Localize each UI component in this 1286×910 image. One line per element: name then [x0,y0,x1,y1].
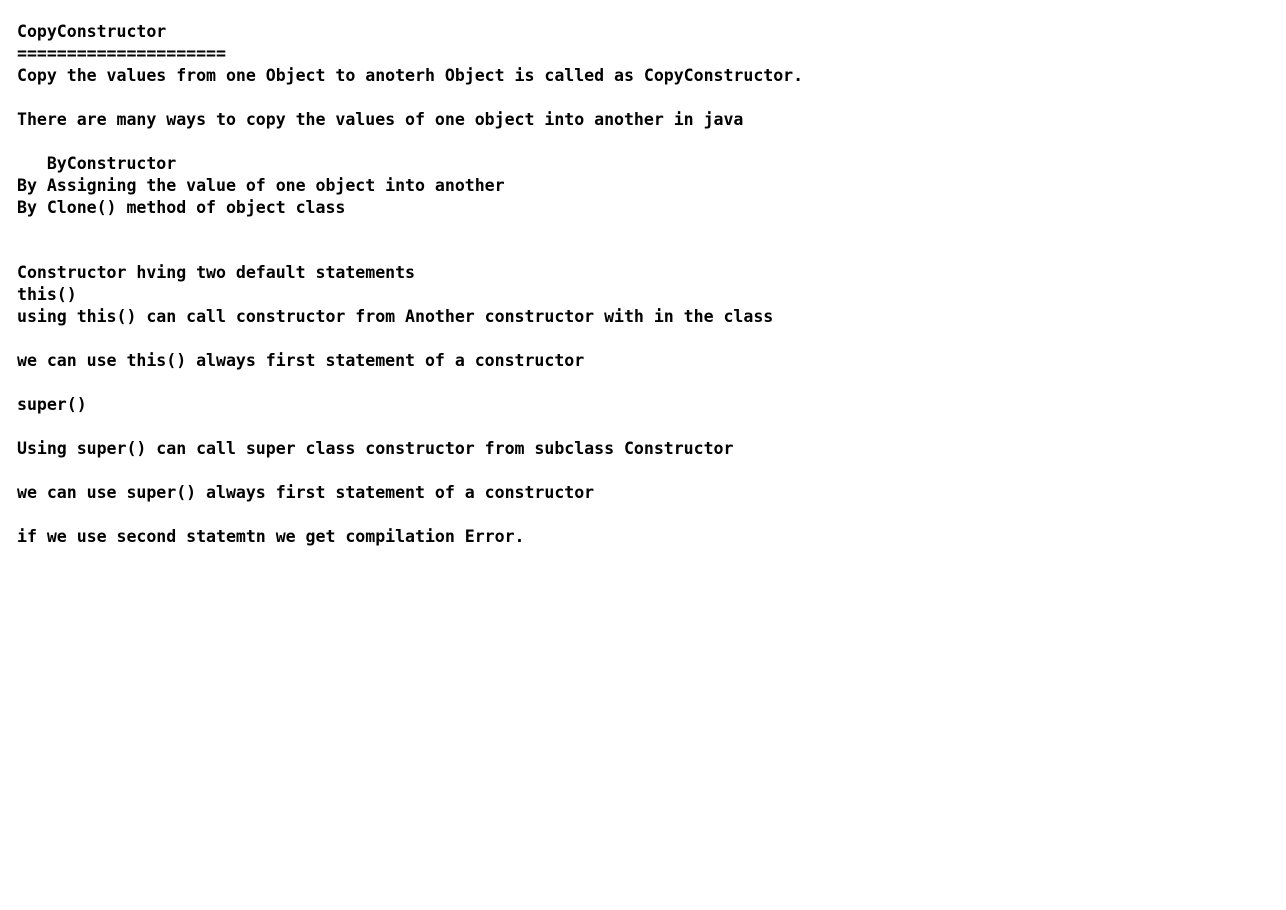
constructor-intro: Constructor hving two default statements [17,263,416,282]
this-description: using this() can call constructor from A… [17,307,774,326]
title-underline: ===================== [17,44,226,63]
way-item-constructor: ByConstructor [17,154,177,173]
ways-intro: There are many ways to copy the values o… [17,110,744,129]
this-heading: this() [17,285,77,304]
error-note: if we use second statemtn we get compila… [17,527,525,546]
this-rule: we can use this() always first statement… [17,351,585,370]
super-heading: super() [17,395,87,414]
doc-title: CopyConstructor [17,22,167,41]
way-item-clone: By Clone() method of object class [17,198,346,217]
super-rule: we can use super() always first statemen… [17,483,595,502]
copy-constructor-definition: Copy the values from one Object to anote… [17,66,804,85]
notes-document: CopyConstructor ===================== Co… [17,21,803,548]
super-description: Using super() can call super class const… [17,439,734,458]
way-item-assigning: By Assigning the value of one object int… [17,176,505,195]
